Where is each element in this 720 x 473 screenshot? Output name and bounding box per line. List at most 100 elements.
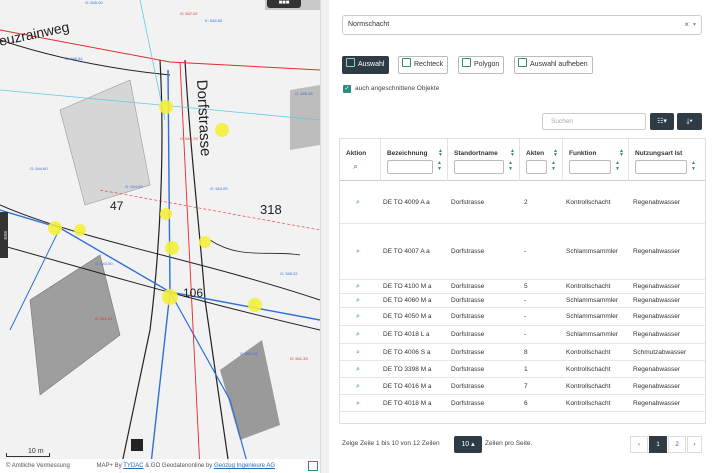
page-size-select[interactable]: 10 ▴ bbox=[454, 436, 482, 453]
cell-name: DE TO 4050 M a bbox=[383, 313, 432, 320]
zoom-to-feature-icon[interactable]: ⌕ bbox=[356, 297, 360, 305]
cell-usage: Regenabwasser bbox=[633, 313, 680, 320]
table-row[interactable]: ⌕ DE TO 4018 L a Dorfstrasse - Schlammsammle… bbox=[340, 326, 705, 344]
zoom-to-feature-icon[interactable]: ⌕ bbox=[356, 248, 360, 256]
col-usage[interactable]: Nutzungsart Ist ▲ ▼ bbox=[629, 139, 705, 181]
cell-usage: Regenabwasser bbox=[633, 400, 680, 407]
clear-selection-label: Auswahl aufheben bbox=[530, 61, 588, 68]
hand-pointer-icon bbox=[346, 58, 355, 67]
layer-switch-icon[interactable] bbox=[131, 439, 143, 451]
filter-sort-icon[interactable]: ▲ ▼ bbox=[691, 160, 696, 172]
street-label-dorfstrasse: Dorfstrasse bbox=[193, 79, 214, 156]
select-tool-button[interactable]: Auswahl bbox=[342, 56, 390, 74]
zoom-to-feature-icon[interactable]: ⌕ bbox=[356, 349, 360, 357]
table-row[interactable]: ⌕ DE TO 4018 M a Dorfstrasse 6 Kontrollschac… bbox=[340, 395, 705, 412]
search-icon[interactable]: ⌕ bbox=[353, 161, 358, 172]
cell-usage: Schmutzabwasser bbox=[633, 349, 687, 356]
include-intersecting-checkbox[interactable]: ✓ bbox=[343, 85, 351, 93]
table-row[interactable]: ⌕ DE TO 4007 A a Dorfstrasse - Schlammsammle… bbox=[340, 224, 705, 280]
columns-menu-button[interactable]: ☷▾ bbox=[650, 113, 674, 130]
filter-sort-icon[interactable]: ▲ ▼ bbox=[508, 160, 513, 172]
cell-function: Kontrollschacht bbox=[566, 383, 611, 390]
clear-selection-button[interactable]: Auswahl aufheben bbox=[514, 56, 593, 74]
cell-location: Dorfstrasse bbox=[451, 383, 485, 390]
svg-text:G: 544.59: G: 544.59 bbox=[125, 184, 143, 189]
export-menu-button[interactable]: ⤓▾ bbox=[677, 113, 702, 130]
cell-function: Kontrollschacht bbox=[566, 366, 611, 373]
sort-icon[interactable]: ▲ ▼ bbox=[553, 149, 558, 158]
svg-text:G: 543.50: G: 543.50 bbox=[95, 261, 113, 266]
table-row[interactable]: ⌕ DE TO 4009 A a Dorfstrasse 2 Kontrollschac… bbox=[340, 182, 705, 224]
table-row[interactable]: ⌕ DE TO 4050 M a Dorfstrasse - Schlammsammle… bbox=[340, 308, 705, 326]
svg-text:G: 541.18: G: 541.18 bbox=[240, 351, 258, 356]
pagination-prev-label: ‹ bbox=[637, 441, 641, 448]
pagination-prev[interactable]: ‹ bbox=[630, 436, 648, 453]
table-row[interactable]: ⌕ DE TO 4006 S a Dorfstrasse 8 Kontrollschac… bbox=[340, 344, 705, 361]
filter-usage-input[interactable] bbox=[635, 160, 687, 174]
map-canvas[interactable]: G: 545.00 K: 545.50 G: 546.84 G: 546.28 G:… bbox=[0, 0, 320, 473]
pagination-next[interactable]: › bbox=[687, 436, 702, 453]
col-name[interactable]: Bezeichnung ▲ ▼ ▲ ▼ bbox=[381, 139, 448, 181]
cell-files: - bbox=[524, 313, 527, 320]
filter-location-input[interactable] bbox=[454, 160, 504, 174]
col-location-title: Standortname bbox=[454, 150, 498, 157]
col-function[interactable]: Funktion ▲ ▼ ▲ ▼ bbox=[563, 139, 629, 181]
panel-drag-handle[interactable]: ≡≡≡ bbox=[0, 212, 8, 258]
cell-files: - bbox=[524, 297, 527, 304]
parcel-label-106: 106 bbox=[183, 286, 203, 300]
col-location[interactable]: Standortname ▲ ▼ ▲ ▼ bbox=[448, 139, 520, 181]
sort-icon[interactable]: ▲ ▼ bbox=[438, 149, 443, 158]
filter-sort-icon[interactable]: ▲ ▼ bbox=[615, 160, 620, 172]
pagination-page-1[interactable]: 1 bbox=[649, 436, 667, 453]
search-placeholder: Suchen bbox=[551, 118, 574, 125]
rectangle-tool-button[interactable]: Rechteck bbox=[398, 56, 449, 74]
map-toolbar-toggle[interactable]: ■■■ bbox=[267, 0, 301, 8]
polygon-tool-button[interactable]: Polygon bbox=[458, 56, 505, 74]
table-row[interactable]: ⌕ DE TO 3398 M a Dorfstrasse 1 Kontrollschac… bbox=[340, 361, 705, 378]
sort-icon[interactable]: ▲ ▼ bbox=[510, 149, 515, 158]
filter-files-input[interactable] bbox=[526, 160, 547, 174]
selection-panel: Normschacht × ▼ Auswahl Rechteck Polygon… bbox=[320, 0, 720, 473]
col-name-title: Bezeichnung bbox=[387, 150, 428, 157]
attribution-prefix: © Amtliche Vermessung bbox=[6, 463, 70, 469]
panel-scrollbar[interactable] bbox=[321, 0, 329, 473]
filter-sort-icon[interactable]: ▲ ▼ bbox=[437, 160, 442, 172]
clear-icon[interactable]: × bbox=[684, 16, 689, 34]
rows-per-page-label: Zeilen pro Seite. bbox=[485, 440, 533, 447]
map-view[interactable]: G: 545.00 K: 545.50 G: 546.84 G: 546.28 G:… bbox=[0, 0, 320, 473]
sort-icon[interactable]: ▲ ▼ bbox=[619, 149, 624, 158]
cell-files: - bbox=[524, 331, 527, 338]
table-row[interactable]: ⌕ DE TO 4100 M a Dorfstrasse 5 Kontrollschac… bbox=[340, 280, 705, 294]
zoom-to-feature-icon[interactable]: ⌕ bbox=[356, 383, 360, 391]
col-files[interactable]: Akten ▲ ▼ ▲ ▼ bbox=[520, 139, 563, 181]
attribution-link-geozug[interactable]: Geozug Ingenieure AG bbox=[214, 463, 275, 469]
map-attribution: © Amtliche Vermessung MAP+ By TYDAC & GO… bbox=[0, 459, 320, 473]
chevron-down-icon[interactable]: ▼ bbox=[692, 16, 697, 34]
cell-function: Schlammsammler bbox=[566, 331, 619, 338]
table-row[interactable]: ⌕ DE TO 4060 M a Dorfstrasse - Schlammsammle… bbox=[340, 294, 705, 308]
filter-name-input[interactable] bbox=[387, 160, 433, 174]
svg-text:G: 545.00: G: 545.00 bbox=[85, 0, 103, 5]
zoom-to-feature-icon[interactable]: ⌕ bbox=[356, 313, 360, 321]
pagination-page-2[interactable]: 2 bbox=[668, 436, 686, 453]
svg-text:K: 545.50: K: 545.50 bbox=[205, 18, 223, 23]
cell-function: Schlammsammler bbox=[566, 248, 619, 255]
zoom-to-feature-icon[interactable]: ⌕ bbox=[356, 366, 360, 374]
table-row[interactable]: ⌕ DE TO 4016 M a Dorfstrasse 7 Kontrollschac… bbox=[340, 378, 705, 395]
layer-select[interactable]: Normschacht × ▼ bbox=[342, 15, 702, 35]
scale-label: 10 m bbox=[28, 448, 44, 455]
zoom-to-feature-icon[interactable]: ⌕ bbox=[356, 283, 360, 291]
table-search-input[interactable]: Suchen bbox=[542, 113, 646, 130]
zoom-to-feature-icon[interactable]: ⌕ bbox=[356, 331, 360, 339]
cell-files: 5 bbox=[524, 283, 528, 290]
col-usage-title: Nutzungsart Ist bbox=[635, 150, 683, 157]
attribution-link-tydac[interactable]: TYDAC bbox=[123, 463, 143, 469]
fullscreen-icon[interactable] bbox=[308, 461, 318, 471]
cell-name: DE TO 4100 M a bbox=[383, 283, 432, 290]
filter-function-input[interactable] bbox=[569, 160, 611, 174]
col-files-title: Akten bbox=[526, 150, 545, 157]
filter-sort-icon[interactable]: ▲ ▼ bbox=[551, 160, 556, 172]
page-size-value: 10 ▴ bbox=[461, 441, 475, 448]
zoom-to-feature-icon[interactable]: ⌕ bbox=[356, 400, 360, 408]
zoom-to-feature-icon[interactable]: ⌕ bbox=[356, 199, 360, 207]
